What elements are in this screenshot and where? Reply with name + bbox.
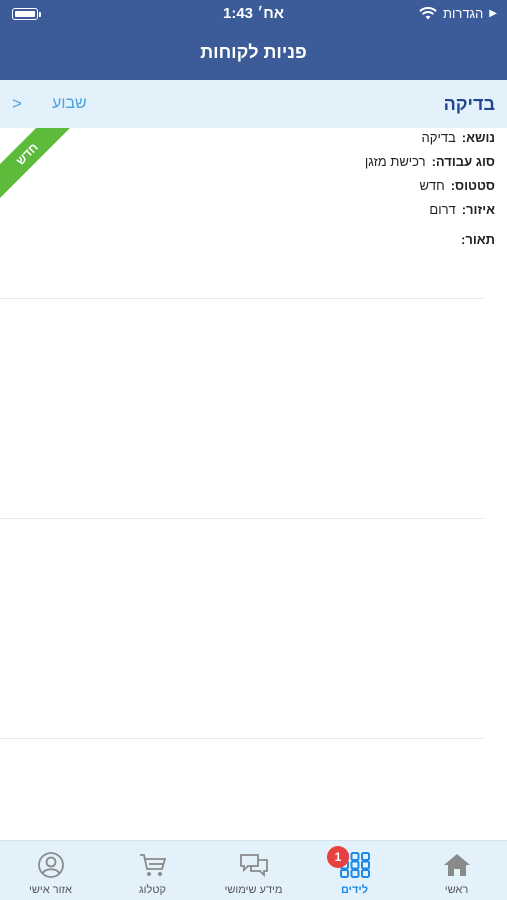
wifi-icon [419,7,437,20]
tab-label: אזור אישי [29,884,72,896]
detail-row-region: איזור: דרום [429,202,495,217]
detail-value: דרום [429,202,456,217]
divider [0,738,483,739]
tab-leads[interactable]: 1 לידים [304,841,405,900]
home-icon [443,854,470,876]
user-icon [37,852,64,878]
back-arrow-icon: ▶ [489,8,497,19]
detail-row-subject: נושא: בדיקה [422,130,495,145]
chat-icon [239,854,268,878]
item-title: בדיקה [443,94,495,114]
detail-row-status: סטטוס: חדש [419,178,495,193]
tab-home[interactable]: ראשי [406,841,507,900]
divider [0,298,483,299]
tab-label: מידע שימושי [224,884,283,896]
detail-label: תאור: [461,232,495,247]
detail-label: איזור: [461,202,495,217]
top-bar: 1:43 אח׳ ▶ הגדרות פניות לקוחות [0,0,507,80]
detail-label: סטטוס: [450,178,495,193]
tab-label: קטלוג [138,884,166,896]
tab-label: ראשי [444,884,469,896]
tab-useful-info[interactable]: מידע שימושי [203,841,304,900]
new-ribbon: חדש [0,128,70,198]
status-back-label: הגדרות [443,6,484,21]
status-back-link[interactable]: ▶ הגדרות [419,6,497,21]
cart-icon [139,854,166,876]
detail-row-description: תאור: [455,232,495,247]
notification-badge: 1 [327,846,349,868]
page-title: פניות לקוחות [200,42,307,62]
detail-label: נושא: [461,130,495,145]
detail-value: בדיקה [421,130,456,145]
detail-label: סוג עבודה: [431,154,495,169]
new-ribbon-label: חדש [0,128,70,198]
item-date: שבוע [52,95,87,112]
tab-personal-area[interactable]: אזור אישי [0,841,101,900]
status-bar: 1:43 אח׳ ▶ הגדרות [0,0,507,30]
item-header[interactable]: בדיקה שבוע > [0,80,507,128]
tab-bar: ראשי 1 לידים מידע שימושי קטלוג אזור אישי [0,840,507,900]
detail-value: רכישת מזגן [364,154,426,169]
detail-value: חדש [419,178,445,193]
divider [0,518,483,519]
tab-catalog[interactable]: קטלוג [102,841,203,900]
tab-label: לידים [340,884,369,896]
chevron-icon[interactable]: > [12,94,22,114]
detail-row-work-type: סוג עבודה: רכישת מזגן [365,154,495,169]
